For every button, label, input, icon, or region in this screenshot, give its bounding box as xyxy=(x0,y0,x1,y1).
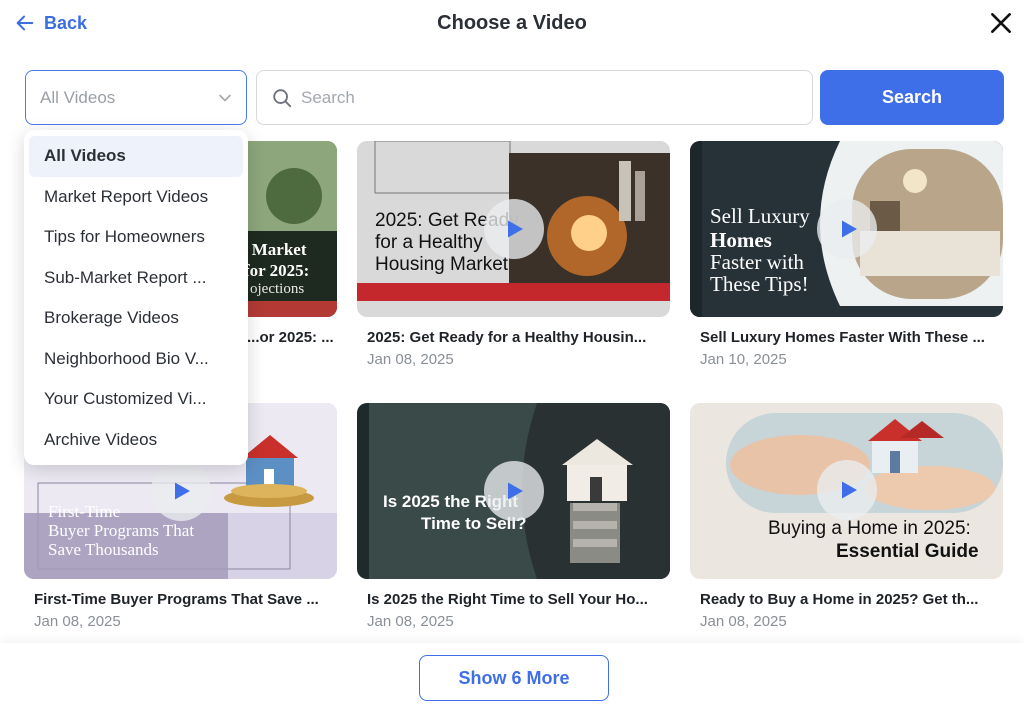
thumbnail-text-line: Homes xyxy=(710,228,772,252)
video-thumbnail[interactable]: 2025: Get Ready for a Healthy Housing Ma… xyxy=(357,141,670,317)
play-button[interactable] xyxy=(150,461,211,521)
chevron-down-icon xyxy=(219,94,231,102)
dropdown-option-archive[interactable]: Archive Videos xyxy=(29,420,243,461)
thumbnail-text-line: Save Thousands xyxy=(48,540,159,559)
search-icon xyxy=(273,88,292,107)
video-title[interactable]: 2025: Get Ready for a Healthy Housin... xyxy=(357,329,670,346)
dropdown-option-tips-homeowners[interactable]: Tips for Homeowners xyxy=(29,217,243,258)
thumbnail-text-line: Buying a Home in 2025: xyxy=(768,518,971,539)
play-icon xyxy=(175,482,190,500)
thumbnail-text-line: First-Time xyxy=(48,502,121,521)
play-button[interactable] xyxy=(817,460,877,520)
video-title[interactable]: Sell Luxury Homes Faster With These ... xyxy=(690,329,1003,346)
video-title[interactable]: Ready to Buy a Home in 2025? Get th... xyxy=(690,591,1003,608)
show-more-button[interactable]: Show 6 More xyxy=(419,655,609,701)
thumbnail-text-line: Housing Market xyxy=(375,254,509,275)
search-button[interactable]: Search xyxy=(820,70,1004,125)
video-date: Jan 08, 2025 xyxy=(367,613,454,630)
thumbnail-text-line: g Market xyxy=(239,240,307,259)
thumbnail-text-line: Faster with xyxy=(710,250,804,274)
search-input[interactable] xyxy=(301,87,781,108)
video-card[interactable]: Is 2025 the Right Time to Sell? Is 2025 … xyxy=(357,403,670,630)
dropdown-option-brokerage[interactable]: Brokerage Videos xyxy=(29,298,243,339)
header: Back Choose a Video xyxy=(0,0,1024,50)
dropdown-option-sub-market-report[interactable]: Sub-Market Report ... xyxy=(29,258,243,299)
thumbnail-text-line: Buyer Programs That xyxy=(48,521,195,540)
video-date: Jan 10, 2025 xyxy=(700,351,787,368)
thumbnail-text-line: for 2025: xyxy=(244,261,310,280)
play-icon xyxy=(841,481,857,499)
dropdown-option-customized[interactable]: Your Customized Vi... xyxy=(29,379,243,420)
video-card[interactable]: Buying a Home in 2025: Essential Guide R… xyxy=(690,403,1003,630)
thumbnail-text-line: ojections xyxy=(250,281,305,297)
search-field[interactable] xyxy=(256,70,813,125)
dropdown-option-market-report[interactable]: Market Report Videos xyxy=(29,177,243,218)
thumbnail-text-line: Sell Luxury xyxy=(710,204,810,228)
close-icon[interactable] xyxy=(988,10,1014,36)
video-card[interactable]: 2025: Get Ready for a Healthy Housing Ma… xyxy=(357,141,670,368)
video-thumbnail[interactable]: Is 2025 the Right Time to Sell? xyxy=(357,403,670,579)
video-date: Jan 08, 2025 xyxy=(700,613,787,630)
dropdown-option-neighborhood-bio[interactable]: Neighborhood Bio V... xyxy=(29,339,243,380)
play-icon xyxy=(508,220,523,238)
play-icon xyxy=(508,482,523,500)
video-title[interactable]: First-Time Buyer Programs That Save ... xyxy=(24,591,337,608)
category-select-value: All Videos xyxy=(40,87,116,107)
video-thumbnail[interactable]: Buying a Home in 2025: Essential Guide xyxy=(690,403,1003,579)
page-title: Choose a Video xyxy=(437,12,587,34)
play-button[interactable] xyxy=(483,199,544,259)
video-card[interactable]: Sell Luxury Homes Faster with These Tips… xyxy=(690,141,1003,368)
video-date: Jan 08, 2025 xyxy=(34,613,121,630)
thumbnail-text-line: for a Healthy xyxy=(375,232,483,253)
dropdown-option-all-videos[interactable]: All Videos xyxy=(29,136,243,177)
play-button[interactable] xyxy=(817,199,877,259)
video-thumbnail[interactable]: Sell Luxury Homes Faster with These Tips… xyxy=(690,141,1003,317)
category-select[interactable]: All Videos xyxy=(25,70,247,125)
play-icon xyxy=(841,220,857,238)
category-dropdown-menu: All Videos Market Report Videos Tips for… xyxy=(24,130,248,465)
video-date: Jan 08, 2025 xyxy=(367,351,454,368)
play-button[interactable] xyxy=(483,461,544,521)
video-title[interactable]: Is 2025 the Right Time to Sell Your Ho..… xyxy=(357,591,670,608)
thumbnail-text-line: These Tips! xyxy=(710,272,809,296)
thumbnail-text-line: Essential Guide xyxy=(836,541,979,562)
footer-bar: Show 6 More xyxy=(0,643,1024,707)
